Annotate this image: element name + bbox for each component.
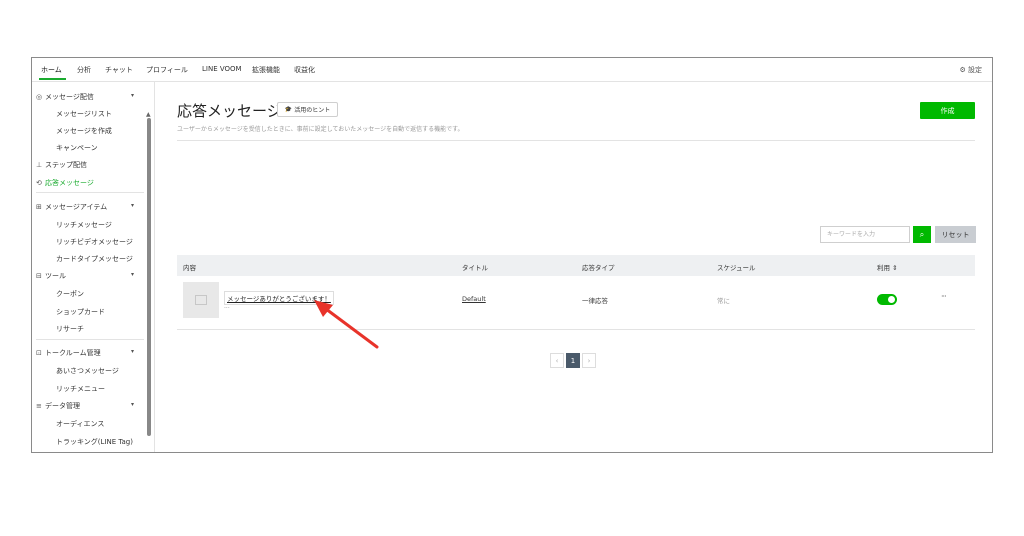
chevron-down-icon[interactable]: ▾ xyxy=(131,92,134,99)
search-button[interactable]: ⌕ xyxy=(913,226,931,243)
sidebar-item-tools[interactable]: ⊟ ツール xyxy=(36,271,66,281)
sort-icon: ⇕ xyxy=(892,264,898,272)
sidebar-item-rich-video[interactable]: リッチビデオメッセージ xyxy=(56,237,133,247)
tab-monetization[interactable]: 収益化 xyxy=(294,65,315,75)
sidebar-item-create-message[interactable]: メッセージを作成 xyxy=(56,126,112,136)
create-button[interactable]: 作成 xyxy=(920,102,975,119)
app-window: ホーム 分析 チャット プロフィール LINE VOOM 拡張機能 収益化 ⚙ … xyxy=(31,57,993,453)
page-description: ユーザーからメッセージを受信したときに、事前に設定しておいたメッセージを自動で返… xyxy=(177,126,464,133)
table-header: 内容 タイトル 応答タイプ スケジュール 利用 ⇕ xyxy=(177,255,975,276)
sidebar-divider xyxy=(36,192,144,193)
sidebar-item-tracking[interactable]: トラッキング(LINE Tag) xyxy=(56,437,133,447)
gear-icon: ⚙ xyxy=(959,66,966,74)
sidebar-item-broadcast[interactable]: ◎ メッセージ配信 xyxy=(36,92,94,102)
message-content-sub: ... xyxy=(224,303,230,310)
chatroom-icon: ⊡ xyxy=(36,349,42,357)
tab-home[interactable]: ホーム xyxy=(41,65,62,75)
settings-label: 設定 xyxy=(968,66,982,74)
sidebar-item-chatroom[interactable]: ⊡ トークルーム管理 xyxy=(36,348,101,358)
broadcast-icon: ◎ xyxy=(36,93,43,101)
database-icon: ≡ xyxy=(36,402,42,410)
sidebar-item-step[interactable]: ⊥ ステップ配信 xyxy=(36,160,87,170)
column-header-type: 応答タイプ xyxy=(582,264,615,272)
sidebar-item-coupon[interactable]: クーポン xyxy=(56,289,84,299)
step-icon: ⊥ xyxy=(36,161,43,169)
sidebar-item-audience[interactable]: オーディエンス xyxy=(56,419,104,429)
sidebar-item-data[interactable]: ≡ データ管理 xyxy=(36,401,80,411)
sidebar-item-label: メッセージ配信 xyxy=(45,93,94,101)
sidebar-item-card-message[interactable]: カードタイプメッセージ xyxy=(56,254,133,264)
image-placeholder-icon xyxy=(195,295,207,305)
sidebar-item-label: データ管理 xyxy=(45,402,80,410)
more-options-icon[interactable]: ··· xyxy=(941,292,947,301)
chevron-right-icon: › xyxy=(587,356,591,365)
sidebar-item-campaign[interactable]: キャンペーン xyxy=(56,143,98,153)
sidebar-item-auto-reply[interactable]: ⟲ 応答メッセージ xyxy=(36,178,94,188)
scroll-up-icon[interactable]: ▲ xyxy=(146,111,151,118)
column-header-schedule: スケジュール xyxy=(717,264,756,272)
column-header-title: タイトル xyxy=(462,264,488,272)
previous-page-button[interactable]: ‹ xyxy=(550,353,564,368)
header-divider xyxy=(177,140,975,141)
row-schedule: 常に xyxy=(717,297,730,305)
row-type: 一律応答 xyxy=(582,297,608,305)
sidebar-item-label: ステップ配信 xyxy=(45,161,87,169)
keyword-search-input[interactable]: キーワードを入力 xyxy=(820,226,910,243)
chevron-down-icon[interactable]: ▾ xyxy=(131,401,134,408)
message-thumbnail xyxy=(183,282,219,318)
tool-icon: ⊟ xyxy=(36,272,42,280)
sidebar-item-message-items[interactable]: ⊞ メッセージアイテム xyxy=(36,202,107,212)
tab-chat[interactable]: チャット xyxy=(105,65,133,75)
sidebar-item-label: ツール xyxy=(45,272,66,280)
column-header-label: 利用 xyxy=(877,264,890,272)
active-tab-indicator xyxy=(39,78,66,80)
graduation-cap-icon: 🎓 xyxy=(284,106,293,113)
chevron-down-icon[interactable]: ▾ xyxy=(131,271,134,278)
sidebar-item-research[interactable]: リサーチ xyxy=(56,324,84,334)
search-icon: ⌕ xyxy=(919,229,925,239)
sidebar-item-rich-message[interactable]: リッチメッセージ xyxy=(56,220,112,230)
pagination: ‹ 1 › xyxy=(550,353,596,368)
page-button-current[interactable]: 1 xyxy=(566,353,580,368)
top-navigation: ホーム 分析 チャット プロフィール LINE VOOM 拡張機能 収益化 ⚙ … xyxy=(32,58,992,82)
tab-extensions[interactable]: 拡張機能 xyxy=(252,65,280,75)
page-title: 応答メッセージ xyxy=(177,102,282,120)
chevron-down-icon[interactable]: ▾ xyxy=(131,202,134,209)
sidebar-item-label: 応答メッセージ xyxy=(45,179,94,187)
tab-line-voom[interactable]: LINE VOOM xyxy=(202,65,242,73)
row-title[interactable]: Default xyxy=(462,295,486,303)
enabled-toggle[interactable] xyxy=(877,294,897,305)
settings-link[interactable]: ⚙ 設定 xyxy=(959,65,982,75)
reset-button[interactable]: リセット xyxy=(935,226,976,243)
tab-analytics[interactable]: 分析 xyxy=(77,65,91,75)
chevron-left-icon: ‹ xyxy=(555,356,559,365)
sidebar: ▲ ◎ メッセージ配信 ▾ メッセージリスト メッセージを作成 キャンペーン ⊥ ス… xyxy=(32,82,155,452)
message-content-link[interactable]: メッセージありがとうございます！ xyxy=(224,291,334,305)
hint-button[interactable]: 🎓 活用のヒント xyxy=(277,102,338,117)
sidebar-item-label: トークルーム管理 xyxy=(45,349,101,357)
tab-profile[interactable]: プロフィール xyxy=(146,65,188,75)
sidebar-item-greeting[interactable]: あいさつメッセージ xyxy=(56,366,119,376)
sidebar-item-message-list[interactable]: メッセージリスト xyxy=(56,109,112,119)
next-page-button[interactable]: › xyxy=(582,353,596,368)
hint-label: 活用のヒント xyxy=(294,107,331,114)
sidebar-item-rich-menu[interactable]: リッチメニュー xyxy=(56,384,105,394)
table-row[interactable]: メッセージありがとうございます！ ... Default 一律応答 常に ··· xyxy=(177,276,975,330)
column-header-content: 内容 xyxy=(183,264,196,272)
chevron-down-icon[interactable]: ▾ xyxy=(131,348,134,355)
sidebar-item-label: メッセージアイテム xyxy=(45,203,108,211)
sidebar-scrollbar[interactable] xyxy=(147,118,151,436)
sidebar-divider xyxy=(36,339,144,340)
message-item-icon: ⊞ xyxy=(36,203,42,211)
column-header-enabled[interactable]: 利用 ⇕ xyxy=(877,262,898,272)
sidebar-item-shop-card[interactable]: ショップカード xyxy=(56,307,105,317)
auto-reply-icon: ⟲ xyxy=(36,179,42,187)
